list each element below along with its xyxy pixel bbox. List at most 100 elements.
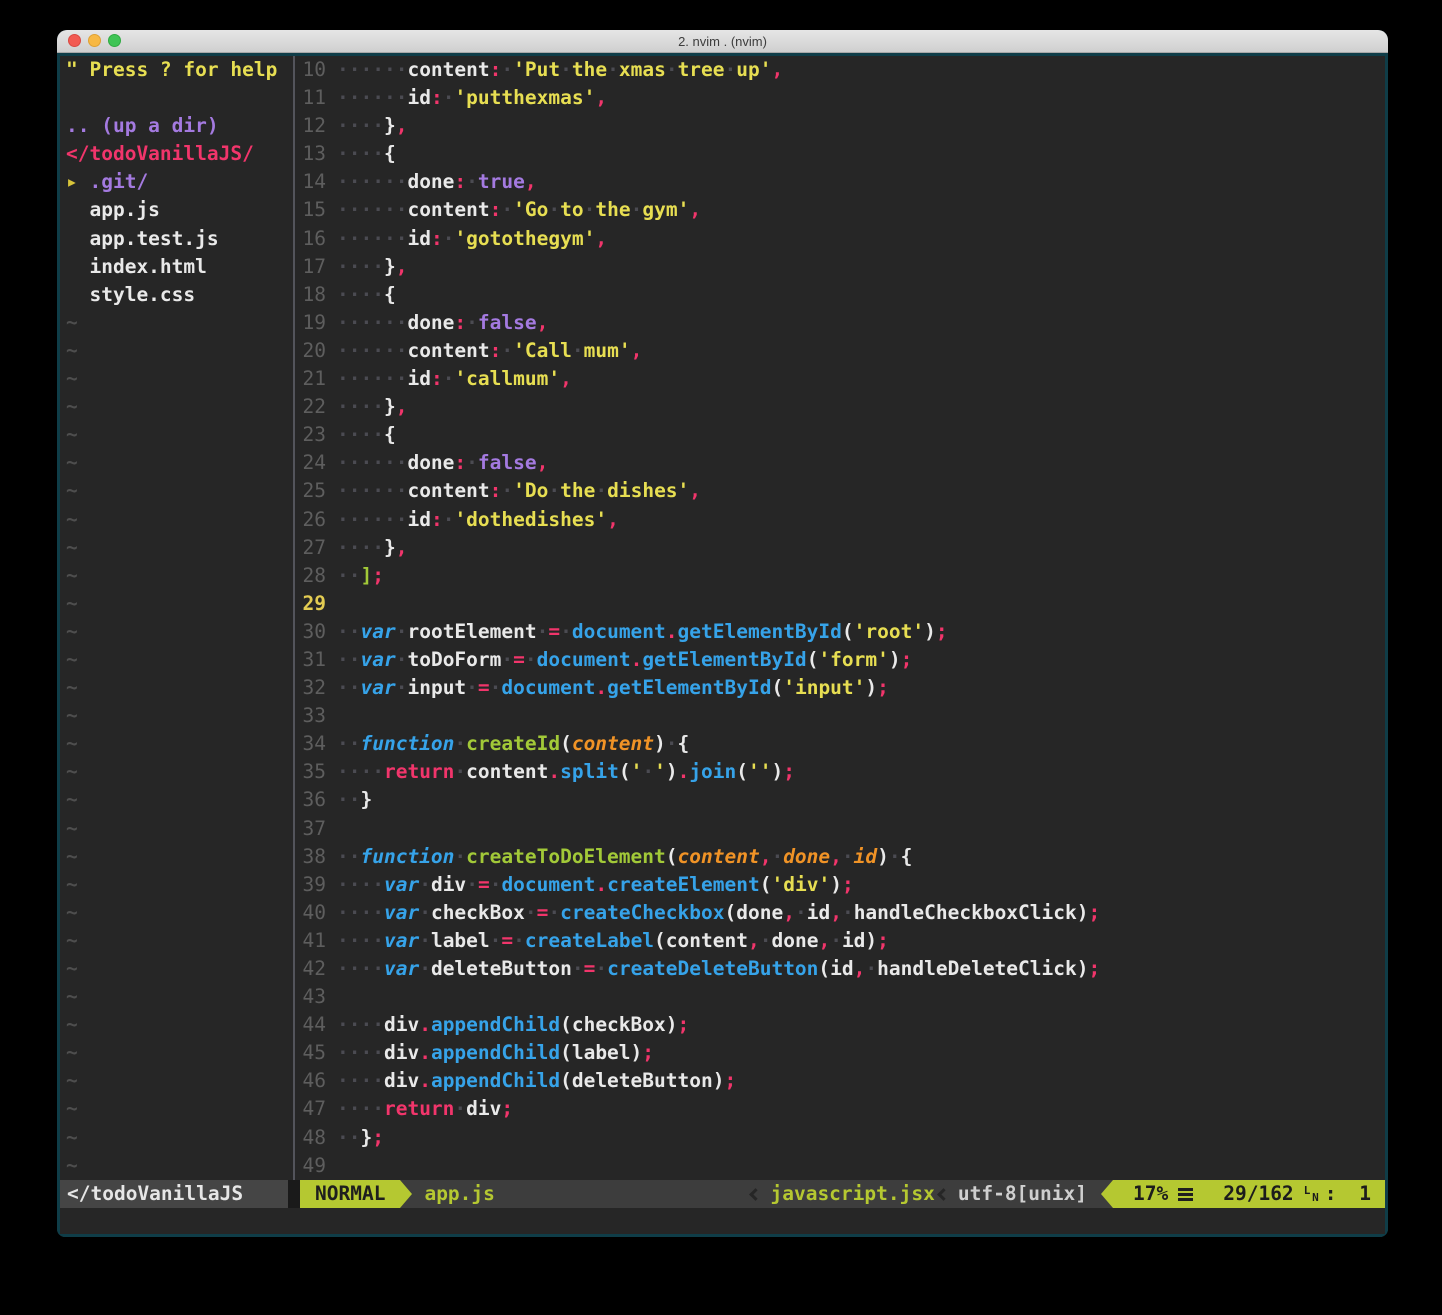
line-number: 19 bbox=[300, 309, 337, 337]
code-line-22[interactable]: 22····}, bbox=[300, 393, 1385, 421]
code-line-34[interactable]: 34··function·createId(content)·{ bbox=[300, 730, 1385, 758]
line-content: ····{ bbox=[337, 421, 396, 449]
line-content: ··function·createId(content)·{ bbox=[337, 730, 689, 758]
line-number: 12 bbox=[300, 112, 337, 140]
line-content: ····{ bbox=[337, 281, 396, 309]
code-line-12[interactable]: 12····}, bbox=[300, 112, 1385, 140]
code-line-49[interactable]: 49 bbox=[300, 1152, 1385, 1180]
code-line-25[interactable]: 25······content:·'Do·the·dishes', bbox=[300, 477, 1385, 505]
line-number: 42 bbox=[300, 955, 337, 983]
tree-item[interactable]: style.css bbox=[66, 281, 288, 309]
code-line-16[interactable]: 16······id:·'gotothegym', bbox=[300, 225, 1385, 253]
code-line-11[interactable]: 11······id:·'putthexmas', bbox=[300, 84, 1385, 112]
tree-item[interactable]: app.js bbox=[66, 196, 288, 224]
code-line-17[interactable]: 17····}, bbox=[300, 253, 1385, 281]
code-line-23[interactable]: 23····{ bbox=[300, 421, 1385, 449]
close-button[interactable] bbox=[68, 34, 81, 47]
line-number: 10 bbox=[300, 56, 337, 84]
code-line-30[interactable]: 30··var·rootElement·=·document.getElemen… bbox=[300, 618, 1385, 646]
tree-blank-line bbox=[66, 84, 288, 112]
line-content: ······content:·'Put·the·xmas·tree·up', bbox=[337, 56, 783, 84]
code-line-20[interactable]: 20······content:·'Call·mum', bbox=[300, 337, 1385, 365]
code-line-18[interactable]: 18····{ bbox=[300, 281, 1385, 309]
code-line-40[interactable]: 40····var·checkBox·=·createCheckbox(done… bbox=[300, 899, 1385, 927]
line-content: ····var·label·=·createLabel(content,·don… bbox=[337, 927, 889, 955]
line-number: 21 bbox=[300, 365, 337, 393]
zoom-button[interactable] bbox=[108, 34, 121, 47]
code-line-45[interactable]: 45····div.appendChild(label); bbox=[300, 1039, 1385, 1067]
tree-item[interactable]: app.test.js bbox=[66, 225, 288, 253]
tilde-line: ~ bbox=[66, 562, 288, 590]
tree-item[interactable]: ▸ .git/ bbox=[66, 168, 288, 196]
statusbar-position-segment: 17% 29/162 LN : 1 bbox=[1113, 1180, 1385, 1208]
code-line-15[interactable]: 15······content:·'Go·to·the·gym', bbox=[300, 196, 1385, 224]
tilde-line: ~ bbox=[66, 1011, 288, 1039]
code-line-13[interactable]: 13····{ bbox=[300, 140, 1385, 168]
line-number: 15 bbox=[300, 196, 337, 224]
code-line-28[interactable]: 28··]; bbox=[300, 562, 1385, 590]
mode-indicator: NORMAL bbox=[300, 1180, 400, 1208]
code-line-47[interactable]: 47····return·div; bbox=[300, 1095, 1385, 1123]
code-line-31[interactable]: 31··var·toDoForm·=·document.getElementBy… bbox=[300, 646, 1385, 674]
hamburger-icon bbox=[1178, 1188, 1193, 1201]
line-content: ······done:·false, bbox=[337, 449, 548, 477]
line-number: 28 bbox=[300, 562, 337, 590]
code-line-29[interactable]: 29 bbox=[300, 590, 1385, 618]
line-content: ····div.appendChild(deleteButton); bbox=[337, 1067, 736, 1095]
line-number: 13 bbox=[300, 140, 337, 168]
tilde-line: ~ bbox=[66, 590, 288, 618]
tilde-line: ~ bbox=[66, 1124, 288, 1152]
statusbar-encoding: utf-8[unix] bbox=[958, 1180, 1087, 1208]
nerdtree-statusline: </todoVanillaJS bbox=[60, 1180, 288, 1208]
code-line-21[interactable]: 21······id:·'callmum', bbox=[300, 365, 1385, 393]
code-line-19[interactable]: 19······done:·false, bbox=[300, 309, 1385, 337]
tilde-line: ~ bbox=[66, 758, 288, 786]
tree-item[interactable]: </todoVanillaJS/ bbox=[66, 140, 288, 168]
code-line-26[interactable]: 26······id:·'dothedishes', bbox=[300, 506, 1385, 534]
editor-panel[interactable]: 10······content:·'Put·the·xmas·tree·up',… bbox=[300, 56, 1385, 1180]
window-separator[interactable] bbox=[288, 56, 300, 1180]
line-content: ······content:·'Do·the·dishes', bbox=[337, 477, 701, 505]
code-line-39[interactable]: 39····var·div·=·document.createElement('… bbox=[300, 871, 1385, 899]
code-line-10[interactable]: 10······content:·'Put·the·xmas·tree·up', bbox=[300, 56, 1385, 84]
code-line-35[interactable]: 35····return·content.split('·').join('')… bbox=[300, 758, 1385, 786]
code-line-32[interactable]: 32··var·input·=·document.getElementById(… bbox=[300, 674, 1385, 702]
nerdtree-panel[interactable]: " Press ? for help.. (up a dir)</todoVan… bbox=[60, 56, 288, 1180]
tree-item[interactable]: index.html bbox=[66, 253, 288, 281]
code-line-14[interactable]: 14······done:·true, bbox=[300, 168, 1385, 196]
tree-item[interactable]: .. (up a dir) bbox=[66, 112, 288, 140]
status-row: </todoVanillaJS NORMAL app.js javascript… bbox=[60, 1180, 1385, 1208]
line-content: ····div.appendChild(label); bbox=[337, 1039, 654, 1067]
code-line-46[interactable]: 46····div.appendChild(deleteButton); bbox=[300, 1067, 1385, 1095]
airline-statusbar: NORMAL app.js javascript.jsx utf-8[unix]… bbox=[300, 1180, 1385, 1208]
tilde-line: ~ bbox=[66, 702, 288, 730]
statusbar-filetype: javascript.jsx bbox=[770, 1180, 934, 1208]
code-line-27[interactable]: 27····}, bbox=[300, 534, 1385, 562]
tilde-line: ~ bbox=[66, 393, 288, 421]
code-line-33[interactable]: 33 bbox=[300, 702, 1385, 730]
tilde-line: ~ bbox=[66, 646, 288, 674]
code-line-24[interactable]: 24······done:·false, bbox=[300, 449, 1385, 477]
line-content: ····return·div; bbox=[337, 1095, 513, 1123]
code-line-37[interactable]: 37 bbox=[300, 815, 1385, 843]
tilde-line: ~ bbox=[66, 899, 288, 927]
line-content: ··}; bbox=[337, 1124, 384, 1152]
tilde-line: ~ bbox=[66, 1152, 288, 1180]
code-line-44[interactable]: 44····div.appendChild(checkBox); bbox=[300, 1011, 1385, 1039]
code-line-48[interactable]: 48··}; bbox=[300, 1124, 1385, 1152]
minimize-button[interactable] bbox=[88, 34, 101, 47]
titlebar[interactable]: 2. nvim . (nvim) bbox=[57, 30, 1388, 53]
code-line-43[interactable]: 43 bbox=[300, 983, 1385, 1011]
command-line[interactable] bbox=[60, 1208, 1385, 1234]
line-content: ······done:·true, bbox=[337, 168, 537, 196]
tilde-line: ~ bbox=[66, 786, 288, 814]
line-number: 39 bbox=[300, 871, 337, 899]
line-content: ······id:·'gotothegym', bbox=[337, 225, 607, 253]
code-line-36[interactable]: 36··} bbox=[300, 786, 1385, 814]
window-title: 2. nvim . (nvim) bbox=[678, 34, 767, 49]
code-line-38[interactable]: 38··function·createToDoElement(content,·… bbox=[300, 843, 1385, 871]
code-line-42[interactable]: 42····var·deleteButton·=·createDeleteBut… bbox=[300, 955, 1385, 983]
statusline-gap bbox=[288, 1180, 300, 1208]
line-number: 27 bbox=[300, 534, 337, 562]
code-line-41[interactable]: 41····var·label·=·createLabel(content,·d… bbox=[300, 927, 1385, 955]
